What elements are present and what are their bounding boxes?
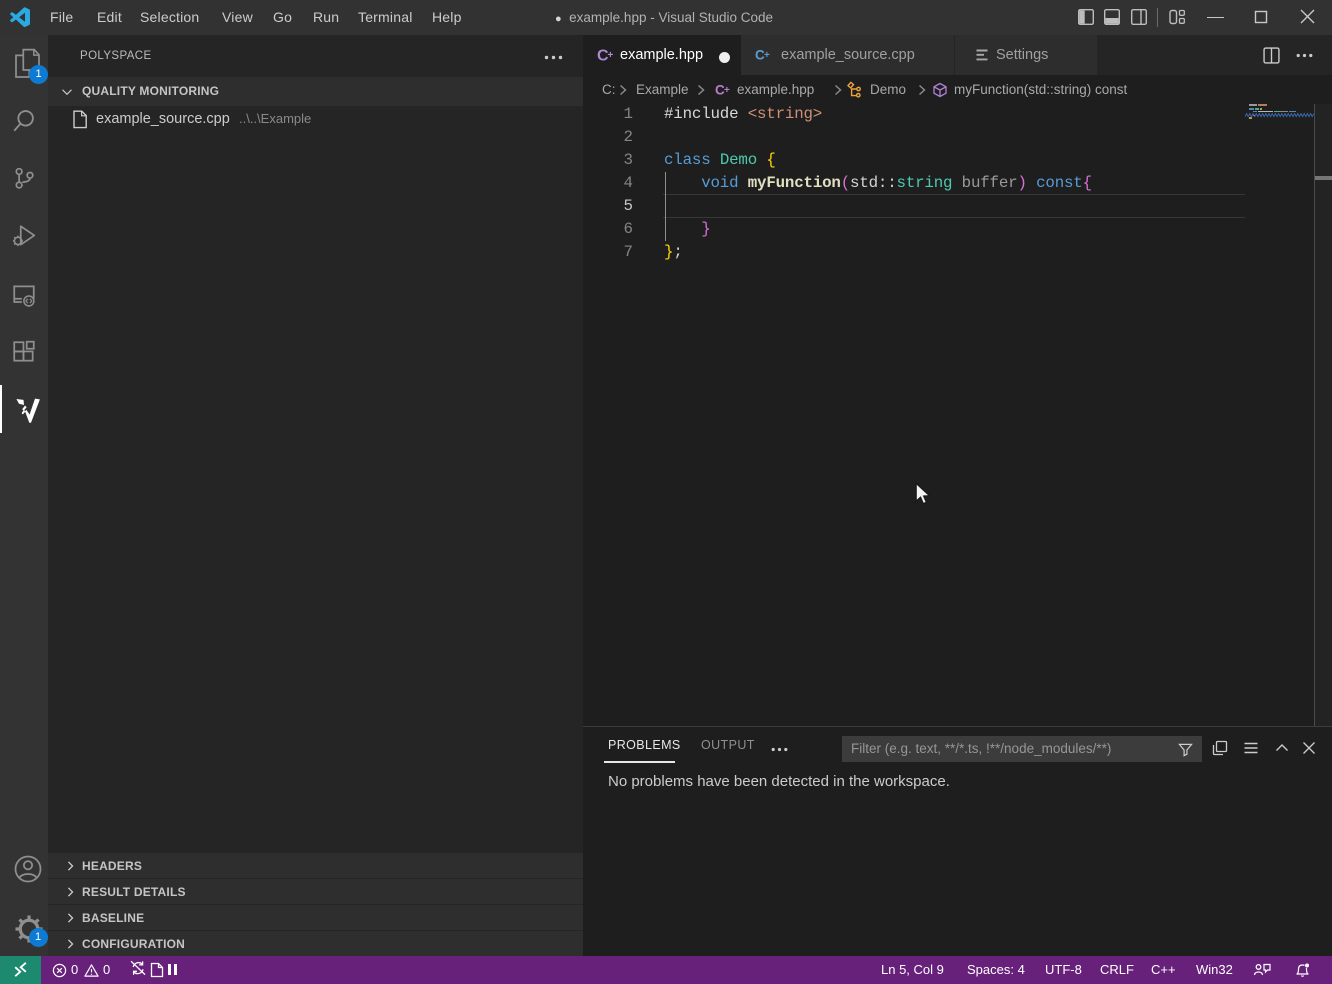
svg-text:+: + [764, 50, 770, 61]
svg-text:+: + [608, 50, 614, 61]
svg-text:+: + [724, 85, 730, 96]
